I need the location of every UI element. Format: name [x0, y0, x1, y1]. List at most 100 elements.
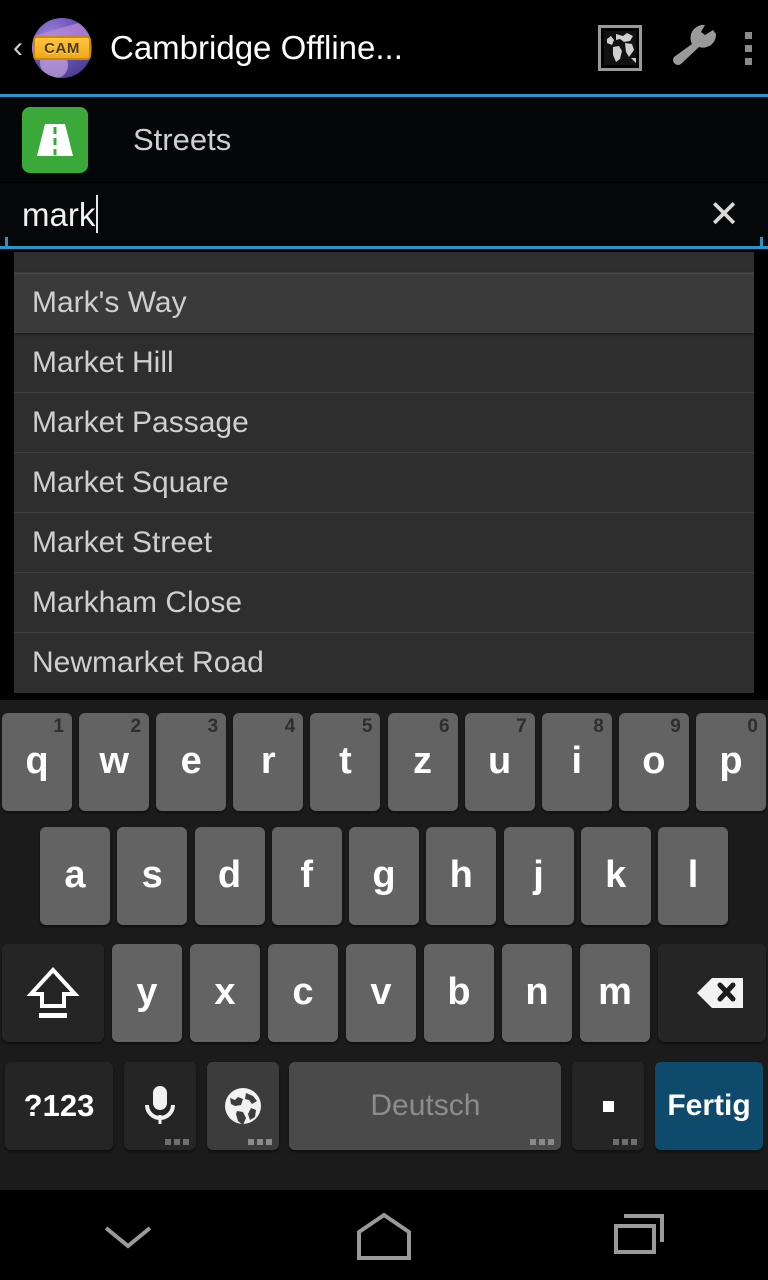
backspace-key[interactable]	[658, 943, 766, 1042]
key-d[interactable]: d	[194, 826, 265, 925]
key-e[interactable]: 3 e	[156, 712, 227, 811]
list-item-label: Market Passage	[32, 405, 249, 439]
search-bar[interactable]: mark ✕	[0, 183, 768, 249]
key-u[interactable]: 7 u	[464, 712, 535, 811]
key-label: b	[447, 971, 471, 1013]
keyboard-row-3: y x c v b n m	[0, 934, 768, 1051]
enter-done-key[interactable]: Fertig	[654, 1062, 763, 1150]
category-header: Streets	[0, 97, 768, 182]
key-t[interactable]: 5 t	[310, 712, 381, 811]
key-hint: 5	[361, 715, 373, 737]
keyboard-row-4: ?123 Deutsch Fertig	[0, 1051, 768, 1161]
key-label: k	[605, 854, 627, 896]
up-navigation-button[interactable]: ‹	[0, 0, 30, 96]
language-globe-icon	[224, 1088, 261, 1125]
key-hint: 0	[747, 715, 758, 737]
key-x[interactable]: x	[190, 943, 260, 1042]
list-item[interactable]: Newmarket Road	[14, 633, 754, 693]
list-item-label: Market Street	[32, 525, 213, 559]
key-label: Fertig	[667, 1089, 751, 1122]
recent-apps-button[interactable]	[512, 1192, 768, 1280]
key-hint: 1	[53, 715, 64, 737]
key-label: o	[642, 740, 666, 782]
key-l[interactable]: l	[658, 826, 728, 925]
key-hint: 8	[593, 715, 604, 737]
list-item[interactable]: Market Hill	[14, 333, 754, 393]
list-item[interactable]: Market Street	[14, 513, 754, 573]
space-key[interactable]: Deutsch	[289, 1062, 562, 1150]
page-title: Cambridge Offline...	[110, 29, 403, 66]
suggestion-dropdown[interactable]: Haymarket Road Mark's Way Market Hill Ma…	[14, 252, 754, 693]
key-v[interactable]: v	[346, 943, 416, 1042]
search-input-value: mark	[22, 196, 96, 233]
overflow-menu-icon[interactable]	[728, 0, 768, 96]
key-q[interactable]: 1 q	[2, 712, 72, 811]
key-label: m	[598, 971, 632, 1013]
long-press-indicator	[530, 1139, 555, 1145]
world-map-icon[interactable]	[584, 0, 656, 96]
key-label: x	[214, 971, 236, 1013]
overflow-dot	[744, 57, 752, 65]
key-label: v	[370, 971, 392, 1013]
key-label: q	[25, 740, 49, 782]
long-press-indicator	[247, 1139, 272, 1145]
key-a[interactable]: a	[40, 826, 110, 925]
list-item-label: Markham Close	[32, 585, 243, 619]
key-j[interactable]: j	[503, 826, 574, 925]
home-button[interactable]	[256, 1192, 512, 1280]
keyboard-row-2: a s d f g h j k l	[0, 817, 768, 934]
list-item[interactable]: Market Square	[14, 453, 754, 513]
language-switch-key[interactable]	[206, 1062, 279, 1150]
key-hint: 2	[130, 715, 142, 737]
key-r[interactable]: 4 r	[233, 712, 304, 811]
app-logo-label: CAM	[33, 36, 91, 60]
hide-keyboard-chevron-icon	[104, 1226, 152, 1249]
key-h[interactable]: h	[426, 826, 497, 925]
list-item-label: Market Hill	[32, 345, 174, 379]
backspace-key-icon	[697, 977, 743, 1008]
key-label: c	[292, 971, 314, 1013]
key-z[interactable]: 6 z	[387, 712, 458, 811]
symbols-key[interactable]: ?123	[5, 1062, 113, 1150]
key-n[interactable]: n	[502, 943, 572, 1042]
key-p[interactable]: 0 p	[695, 712, 766, 811]
key-s[interactable]: s	[117, 826, 188, 925]
key-o[interactable]: 9 o	[618, 712, 689, 811]
key-i[interactable]: 8 i	[541, 712, 612, 811]
key-b[interactable]: b	[424, 943, 494, 1042]
key-y[interactable]: y	[112, 943, 182, 1042]
period-key[interactable]	[572, 1062, 645, 1150]
wrench-icon[interactable]	[656, 0, 728, 96]
app-logo[interactable]: CAM	[30, 16, 94, 80]
key-g[interactable]: g	[349, 826, 419, 925]
key-k[interactable]: k	[580, 826, 651, 925]
list-item[interactable]: Markham Close	[14, 573, 754, 633]
key-label: f	[300, 854, 314, 896]
shift-key-icon	[26, 966, 80, 1018]
clear-search-button[interactable]: ✕	[708, 196, 740, 234]
key-w[interactable]: 2 w	[79, 712, 150, 811]
key-label: z	[413, 740, 433, 782]
key-label: y	[136, 971, 158, 1013]
key-hint: 9	[670, 715, 681, 737]
key-hint: 4	[284, 715, 296, 737]
list-item[interactable]: Mark's Way	[14, 273, 754, 333]
key-label: h	[449, 854, 473, 896]
list-item[interactable]: Market Passage	[14, 393, 754, 453]
search-input[interactable]: mark	[22, 195, 99, 234]
list-item-label: Market Square	[32, 465, 229, 499]
overflow-dot	[744, 31, 752, 39]
key-m[interactable]: m	[580, 943, 650, 1042]
key-label: e	[180, 740, 202, 782]
key-f[interactable]: f	[271, 826, 342, 925]
key-label: d	[217, 854, 242, 896]
long-press-indicator	[613, 1139, 638, 1145]
key-c[interactable]: c	[268, 943, 338, 1042]
list-item[interactable]: Haymarket Road	[14, 252, 754, 273]
microphone-icon	[144, 1086, 175, 1124]
hide-keyboard-button[interactable]	[0, 1192, 256, 1280]
shift-key[interactable]	[2, 943, 104, 1042]
overflow-dot	[744, 44, 752, 52]
soft-keyboard[interactable]: 1 q 2 w 3 e 4 r 5 t 6 z 7 u 8 i 9 o 0 p …	[0, 700, 768, 1190]
voice-input-key[interactable]	[123, 1062, 196, 1150]
